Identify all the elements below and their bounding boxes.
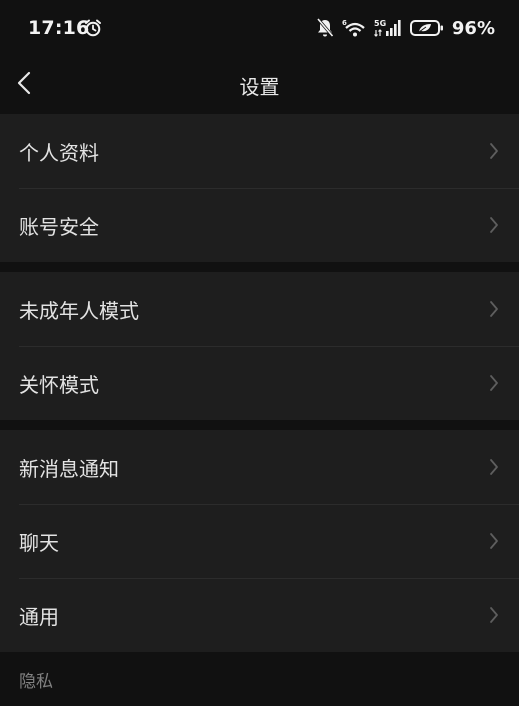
chevron-right-icon <box>490 217 498 233</box>
settings-item-label: 账号安全 <box>19 214 99 239</box>
chevron-right-icon <box>490 375 498 391</box>
chevron-right-icon <box>490 533 498 549</box>
settings-item-label: 个人资料 <box>19 140 99 165</box>
group-divider <box>0 420 519 430</box>
battery-percentage: 96% <box>451 17 495 39</box>
settings-group-modes: 未成年人模式 关怀模式 <box>0 272 519 420</box>
settings-item-chat[interactable]: 聊天 <box>0 504 519 578</box>
svg-text:6: 6 <box>342 19 347 27</box>
settings-item-account-security[interactable]: 账号安全 <box>0 188 519 262</box>
settings-item-label: 聊天 <box>19 530 59 555</box>
settings-group-general: 新消息通知 聊天 通用 <box>0 430 519 652</box>
chevron-right-icon <box>490 459 498 475</box>
settings-item-profile[interactable]: 个人资料 <box>0 114 519 188</box>
page-title: 设置 <box>239 75 280 99</box>
settings-item-minor-mode[interactable]: 未成年人模式 <box>0 272 519 346</box>
settings-item-label: 未成年人模式 <box>19 298 139 323</box>
mute-bell-icon <box>316 18 334 37</box>
settings-item-label: 关怀模式 <box>19 372 99 397</box>
wifi-icon: 6 <box>342 19 365 37</box>
5g-signal-icon: 5G <box>374 19 401 37</box>
section-header-privacy: 隐私 <box>0 652 519 706</box>
chevron-right-icon <box>490 607 498 623</box>
status-time: 17:16 <box>28 17 90 39</box>
navigation-bar: 设置 <box>0 58 519 114</box>
settings-item-label: 通用 <box>19 604 59 629</box>
status-icons: 6 5G 96% <box>316 17 495 39</box>
settings-item-care-mode[interactable]: 关怀模式 <box>0 346 519 420</box>
group-divider <box>0 262 519 272</box>
status-bar: 17:16 6 5G 96% <box>0 0 519 58</box>
settings-item-general[interactable]: 通用 <box>0 578 519 652</box>
svg-text:5G: 5G <box>374 19 386 28</box>
chevron-right-icon <box>490 301 498 317</box>
settings-item-label: 新消息通知 <box>19 456 119 481</box>
battery-icon <box>409 20 443 36</box>
alarm-icon <box>85 19 101 37</box>
chevron-right-icon <box>490 143 498 159</box>
settings-item-notifications[interactable]: 新消息通知 <box>0 430 519 504</box>
settings-list: 个人资料 账号安全 未成年人模式 关怀模式 新消息通知 聊天 通用 隐私 <box>0 114 519 706</box>
settings-group-account: 个人资料 账号安全 <box>0 114 519 262</box>
